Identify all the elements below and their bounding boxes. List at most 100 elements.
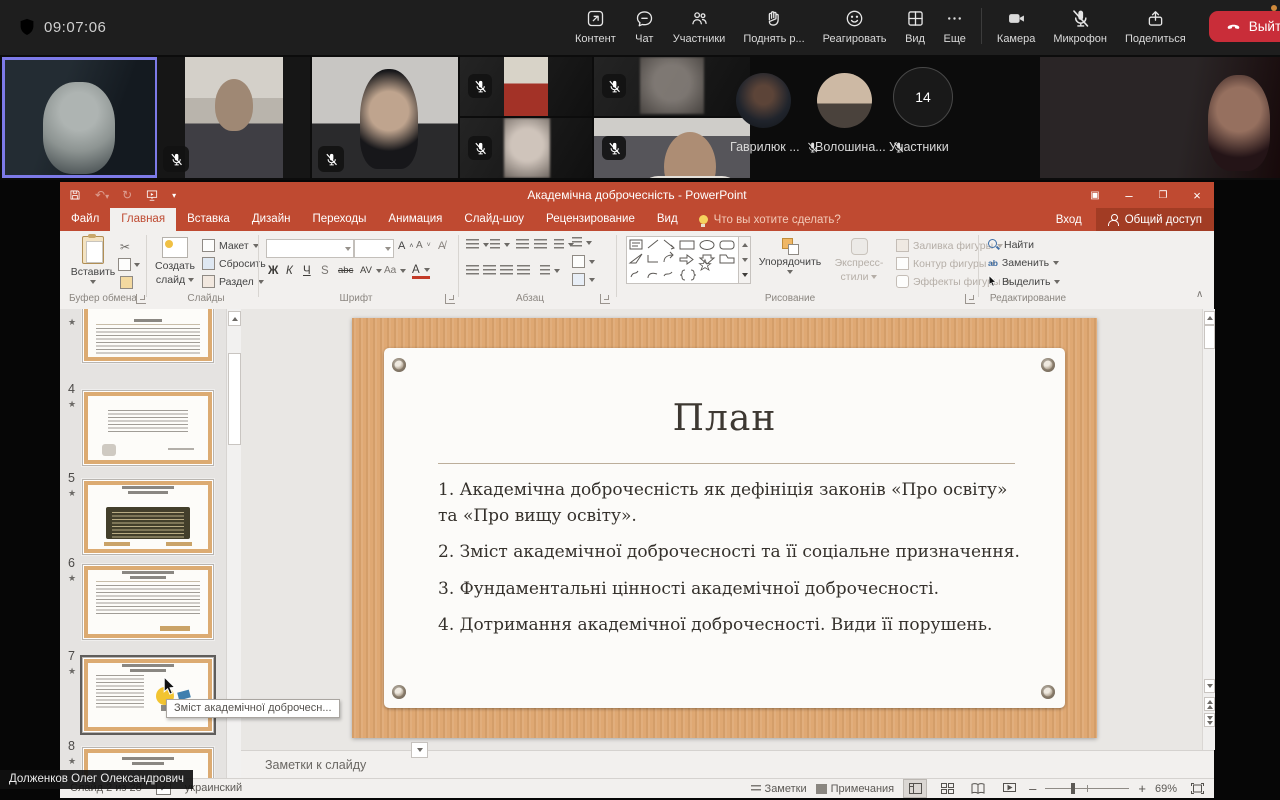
participants-count-badge[interactable]: 14	[893, 67, 953, 127]
format-painter-button[interactable]	[120, 275, 133, 290]
drawing-dialog-launcher-icon[interactable]	[965, 294, 975, 304]
bold-button[interactable]: Ж	[268, 265, 278, 277]
raise-hand-button[interactable]: Поднять р...	[734, 6, 813, 47]
font-color-button[interactable]: А	[412, 264, 430, 279]
video-tile-participant[interactable]	[312, 57, 458, 178]
share-button[interactable]: Поделиться	[1116, 6, 1195, 47]
video-tile-participant[interactable]	[157, 57, 310, 178]
video-tile-active-speaker[interactable]	[2, 57, 158, 178]
find-button[interactable]: Найти	[988, 239, 1034, 251]
section-button[interactable]: Раздел	[202, 275, 264, 288]
tab-animations[interactable]: Анимация	[377, 208, 453, 231]
slide-thumbnail-5[interactable]	[82, 479, 214, 555]
shapes-gallery[interactable]	[626, 236, 740, 284]
quick-styles-button[interactable]: Экспресс- стили	[830, 238, 888, 283]
new-slide-button[interactable]: Создать слайд	[152, 237, 198, 286]
slideshow-view-icon[interactable]	[998, 780, 1020, 797]
align-right-icon[interactable]	[500, 265, 513, 276]
restore-icon[interactable]: ❐	[1146, 182, 1180, 208]
notes-pane[interactable]: Заметки к слайду	[241, 750, 1214, 779]
columns-button[interactable]	[540, 265, 560, 276]
tab-design[interactable]: Дизайн	[241, 208, 302, 231]
tab-file[interactable]: Файл	[60, 208, 110, 231]
slide-sorter-view-icon[interactable]	[936, 780, 958, 797]
tab-transitions[interactable]: Переходы	[301, 208, 377, 231]
collapse-ribbon-icon[interactable]: ∧	[1196, 289, 1203, 300]
tab-review[interactable]: Рецензирование	[535, 208, 646, 231]
align-left-icon[interactable]	[466, 265, 479, 276]
change-case-button[interactable]: Aa	[384, 265, 406, 276]
avatar[interactable]	[817, 73, 872, 128]
increase-indent-icon[interactable]	[534, 239, 547, 250]
comments-toggle-button[interactable]: Примечания	[816, 783, 895, 795]
clipboard-dialog-launcher-icon[interactable]	[136, 294, 146, 304]
paragraph-dialog-launcher-icon[interactable]	[600, 294, 610, 304]
paste-button[interactable]: Вставить	[68, 236, 118, 284]
video-tile-participant[interactable]	[1040, 57, 1280, 178]
justify-icon[interactable]	[517, 265, 530, 276]
copy-button[interactable]	[118, 257, 140, 272]
tell-me-search[interactable]: Что вы хотите сделать?	[689, 208, 851, 231]
avatar[interactable]	[736, 73, 791, 128]
character-spacing-button[interactable]: AV	[360, 265, 382, 276]
tab-slideshow[interactable]: Слайд-шоу	[453, 208, 535, 231]
align-text-button[interactable]	[572, 255, 595, 268]
strikethrough-button[interactable]: abc	[338, 265, 353, 276]
chat-button[interactable]: Чат	[625, 6, 664, 47]
layout-button[interactable]: Макет	[202, 239, 259, 252]
zoom-out-icon[interactable]: –	[1029, 781, 1036, 796]
italic-button[interactable]: К	[286, 265, 293, 277]
panel-scrollbar-thumb[interactable]	[228, 353, 241, 445]
security-shield-icon[interactable]	[16, 16, 38, 38]
slide-thumbnail-4[interactable]	[82, 390, 214, 466]
clear-formatting-button[interactable]: A̸	[438, 240, 445, 252]
shapes-gallery-scroll[interactable]	[738, 236, 751, 284]
shape-outline-button[interactable]: Контур фигуры	[896, 257, 996, 270]
tab-insert[interactable]: Вставка	[176, 208, 241, 231]
font-name-combo[interactable]	[266, 239, 354, 258]
scroll-down-icon[interactable]	[1204, 679, 1215, 693]
replace-button[interactable]: abЗаменить	[988, 257, 1059, 269]
scroll-up-icon[interactable]	[1204, 311, 1215, 325]
react-button[interactable]: Реагировать	[814, 6, 896, 47]
panel-scroll-up-icon[interactable]	[228, 311, 241, 326]
tab-home[interactable]: Главная	[110, 208, 176, 231]
current-slide[interactable]: План 1. Академічна доброчесність як дефі…	[352, 318, 1097, 738]
zoom-slider-knob[interactable]	[1071, 783, 1075, 794]
reading-view-icon[interactable]	[967, 780, 989, 797]
font-dialog-launcher-icon[interactable]	[445, 294, 455, 304]
grow-font-button[interactable]: A˄	[398, 240, 413, 252]
leave-meeting-button[interactable]: Выйти	[1209, 11, 1280, 42]
decrease-indent-icon[interactable]	[516, 239, 529, 250]
zoom-slider[interactable]	[1045, 780, 1129, 797]
video-tile-participant[interactable]	[460, 118, 592, 178]
canvas-scrollbar-thumb[interactable]	[1204, 325, 1215, 349]
numbering-button[interactable]	[490, 239, 510, 250]
underline-button[interactable]: Ч	[303, 265, 311, 277]
sign-in-button[interactable]: Вход	[1042, 214, 1096, 226]
previous-slide-icon[interactable]	[1204, 697, 1215, 711]
shrink-font-button[interactable]: A˅	[416, 240, 431, 251]
next-slide-icon[interactable]	[1204, 713, 1215, 727]
video-tile-participant[interactable]	[460, 57, 592, 116]
arrange-button[interactable]: Упорядочить	[754, 238, 826, 274]
canvas-scrollbar[interactable]	[1202, 309, 1215, 750]
ribbon-display-options-icon[interactable]: ▣	[1078, 182, 1112, 208]
slide-thumbnail-3[interactable]	[82, 309, 214, 363]
content-share-button[interactable]: Контент	[566, 6, 625, 47]
text-direction-button[interactable]	[572, 237, 592, 248]
share-access-button[interactable]: Общий доступ	[1096, 208, 1214, 231]
notes-collapse-icon[interactable]	[411, 742, 428, 758]
zoom-in-icon[interactable]: +	[1138, 781, 1146, 796]
view-button[interactable]: Вид	[896, 6, 935, 47]
video-tile-participant[interactable]	[594, 118, 750, 178]
slide-thumbnail-6[interactable]	[82, 564, 214, 640]
normal-view-icon[interactable]	[903, 779, 927, 798]
select-button[interactable]: Выделить	[988, 275, 1060, 288]
microphone-button[interactable]: Микрофон	[1044, 6, 1116, 47]
slide-thumbnail-7[interactable]	[82, 657, 214, 733]
minimize-icon[interactable]: –	[1112, 182, 1146, 208]
tab-view[interactable]: Вид	[646, 208, 689, 231]
fit-to-window-icon[interactable]	[1186, 780, 1208, 797]
language-indicator[interactable]: украинский	[185, 782, 242, 794]
